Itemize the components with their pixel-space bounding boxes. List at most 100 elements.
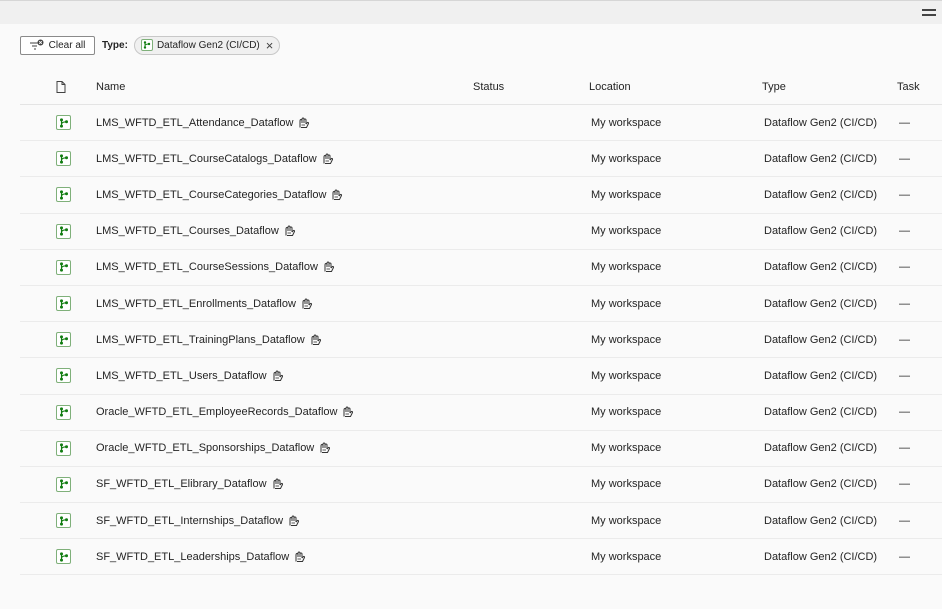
file-icon	[56, 70, 66, 104]
item-task: —	[899, 369, 910, 382]
item-task: —	[899, 442, 910, 455]
shared-users-icon[interactable]	[331, 189, 343, 201]
item-location: My workspace	[591, 406, 662, 419]
table-row[interactable]: LMS_WFTD_ETL_CourseCatalogs_Dataflow My …	[20, 141, 942, 178]
item-type: Dataflow Gen2 (CI/CD)	[764, 152, 878, 165]
dataflow-icon	[56, 476, 71, 492]
item-type: Dataflow Gen2 (CI/CD)	[764, 297, 878, 310]
item-name-link[interactable]: SF_WFTD_ETL_Internships_Dataflow	[96, 515, 283, 527]
dataflow-icon	[56, 549, 71, 565]
table-row[interactable]: LMS_WFTD_ETL_CourseCategories_Dataflow M…	[20, 177, 942, 214]
item-type: Dataflow Gen2 (CI/CD)	[764, 406, 878, 419]
dataflow-icon	[56, 368, 71, 384]
shared-users-icon[interactable]	[298, 117, 310, 129]
item-task: —	[899, 261, 910, 274]
item-task: —	[899, 297, 910, 310]
item-task: —	[899, 550, 910, 563]
dataflow-icon	[56, 513, 71, 529]
table-body: LMS_WFTD_ETL_Attendance_Dataflow My work…	[20, 105, 942, 576]
item-type: Dataflow Gen2 (CI/CD)	[764, 333, 878, 346]
table-row[interactable]: Oracle_WFTD_ETL_EmployeeRecords_Dataflow…	[20, 395, 942, 431]
shared-users-icon[interactable]	[294, 551, 306, 563]
item-name-link[interactable]: SF_WFTD_ETL_Leaderships_Dataflow	[96, 551, 289, 563]
table-row[interactable]: Oracle_WFTD_ETL_Sponsorships_Dataflow My…	[20, 431, 942, 467]
dataflow-icon	[56, 296, 71, 312]
dataflow-icon	[56, 404, 71, 420]
item-type: Dataflow Gen2 (CI/CD)	[764, 369, 878, 382]
item-task: —	[899, 188, 910, 201]
item-name-link[interactable]: SF_WFTD_ETL_Elibrary_Dataflow	[96, 478, 267, 490]
item-task: —	[899, 514, 910, 527]
item-location: My workspace	[591, 550, 662, 563]
clear-filter-icon	[29, 39, 44, 50]
shared-users-icon[interactable]	[272, 370, 284, 382]
item-name-link[interactable]: LMS_WFTD_ETL_TrainingPlans_Dataflow	[96, 334, 305, 346]
item-type: Dataflow Gen2 (CI/CD)	[764, 442, 878, 455]
table-row[interactable]: SF_WFTD_ETL_Internships_Dataflow My work…	[20, 503, 942, 540]
item-name-link[interactable]: LMS_WFTD_ETL_CourseSessions_Dataflow	[96, 261, 318, 273]
shared-users-icon[interactable]	[323, 261, 335, 273]
item-type: Dataflow Gen2 (CI/CD)	[764, 188, 878, 201]
close-icon[interactable]: ×	[266, 39, 274, 52]
item-name-link[interactable]: LMS_WFTD_ETL_Enrollments_Dataflow	[96, 298, 296, 310]
item-location: My workspace	[591, 442, 662, 455]
table-row[interactable]: LMS_WFTD_ETL_TrainingPlans_Dataflow My w…	[20, 322, 942, 359]
item-name-link[interactable]: LMS_WFTD_ETL_CourseCatalogs_Dataflow	[96, 153, 317, 165]
shared-users-icon[interactable]	[284, 225, 296, 237]
column-header-name[interactable]: Name	[96, 70, 125, 104]
type-filter-chip-label: Dataflow Gen2 (CI/CD)	[156, 39, 260, 51]
dataflow-icon	[56, 151, 71, 167]
hamburger-icon[interactable]	[922, 9, 936, 16]
item-location: My workspace	[591, 297, 662, 310]
type-filter-chip[interactable]: Dataflow Gen2 (CI/CD) ×	[133, 35, 281, 55]
table-row[interactable]: LMS_WFTD_ETL_Enrollments_Dataflow My wor…	[20, 286, 942, 323]
shared-users-icon[interactable]	[319, 442, 331, 454]
dataflow-icon	[56, 440, 71, 456]
item-name-link[interactable]: Oracle_WFTD_ETL_EmployeeRecords_Dataflow	[96, 406, 337, 418]
shared-users-icon[interactable]	[342, 406, 354, 418]
item-name-link[interactable]: LMS_WFTD_ETL_Courses_Dataflow	[96, 225, 279, 237]
dataflow-icon	[140, 39, 153, 51]
clear-all-button[interactable]: Clear all	[20, 35, 95, 55]
item-name-link[interactable]: LMS_WFTD_ETL_Users_Dataflow	[96, 370, 267, 382]
table-row[interactable]: LMS_WFTD_ETL_CourseSessions_Dataflow My …	[20, 250, 942, 286]
item-location: My workspace	[591, 116, 662, 129]
item-name-link[interactable]: Oracle_WFTD_ETL_Sponsorships_Dataflow	[96, 442, 314, 454]
shared-users-icon[interactable]	[272, 478, 284, 490]
item-name-link[interactable]: LMS_WFTD_ETL_Attendance_Dataflow	[96, 117, 293, 129]
item-location: My workspace	[591, 188, 662, 201]
item-type: Dataflow Gen2 (CI/CD)	[764, 261, 878, 274]
shared-users-icon[interactable]	[310, 334, 322, 346]
table-row[interactable]: SF_WFTD_ETL_Leaderships_Dataflow My work…	[20, 539, 942, 576]
shared-users-icon[interactable]	[288, 515, 300, 527]
item-location: My workspace	[591, 152, 662, 165]
item-name-link[interactable]: LMS_WFTD_ETL_CourseCategories_Dataflow	[96, 189, 326, 201]
item-type: Dataflow Gen2 (CI/CD)	[764, 514, 878, 527]
table-row[interactable]: LMS_WFTD_ETL_Users_Dataflow My workspace…	[20, 358, 942, 395]
column-header-status[interactable]: Status	[473, 70, 504, 104]
item-location: My workspace	[591, 369, 662, 382]
item-task: —	[899, 478, 910, 491]
item-task: —	[899, 225, 910, 238]
dataflow-icon	[56, 259, 71, 275]
shared-users-icon[interactable]	[301, 298, 313, 310]
table-row[interactable]: LMS_WFTD_ETL_Courses_Dataflow My workspa…	[20, 214, 942, 250]
item-location: My workspace	[591, 514, 662, 527]
dataflow-icon	[56, 187, 71, 203]
table-row[interactable]: SF_WFTD_ETL_Elibrary_Dataflow My workspa…	[20, 467, 942, 504]
item-task: —	[899, 333, 910, 346]
table-row[interactable]: LMS_WFTD_ETL_Attendance_Dataflow My work…	[20, 105, 942, 142]
dataflow-icon	[56, 115, 71, 131]
column-header-type[interactable]: Type	[762, 70, 786, 104]
shared-users-icon[interactable]	[322, 153, 334, 165]
item-type: Dataflow Gen2 (CI/CD)	[764, 116, 878, 129]
column-header-location[interactable]: Location	[589, 70, 631, 104]
top-bar	[0, 0, 942, 24]
item-location: My workspace	[591, 261, 662, 274]
item-task: —	[899, 152, 910, 165]
item-location: My workspace	[591, 333, 662, 346]
dataflow-icon	[56, 223, 71, 239]
items-table: Name Status Location Type Task LMS_WFTD_…	[20, 70, 942, 576]
column-header-task[interactable]: Task	[897, 70, 920, 104]
filter-bar: Clear all Type: Dataflow Gen2 (CI/CD) ×	[20, 35, 281, 55]
